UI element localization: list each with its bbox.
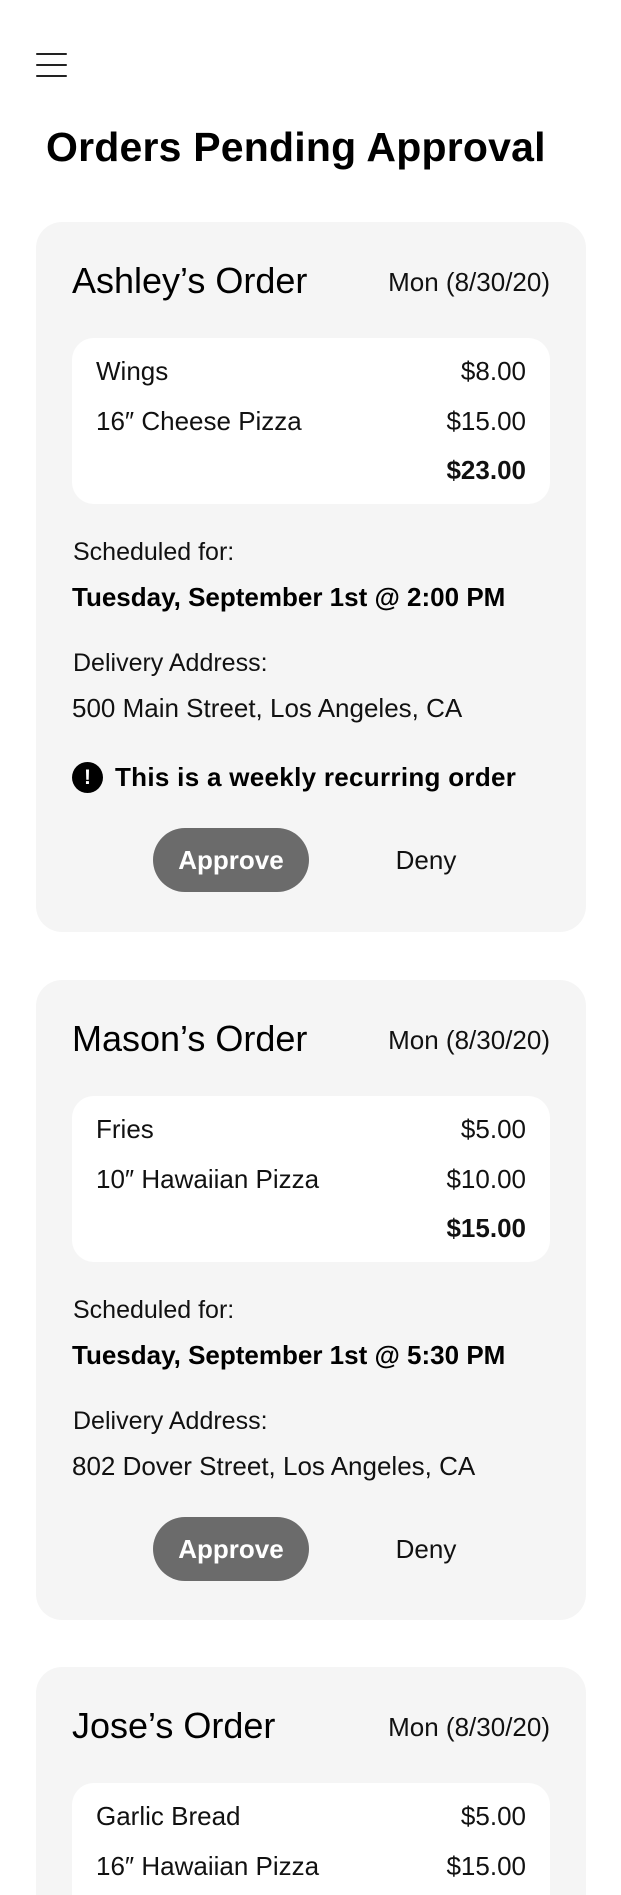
order-name: Ashley’s Order [72, 260, 308, 301]
order-date: Mon (8/30/20) [388, 267, 550, 297]
item-price: $15.00 [446, 1851, 526, 1881]
item-name: 16″ Hawaiian Pizza [96, 1851, 320, 1881]
item-name: 16″ Cheese Pizza [96, 406, 302, 436]
scheduled-label: Scheduled for: [73, 1296, 235, 1324]
order-header: Mason’s Order Mon (8/30/20) [72, 1016, 550, 1062]
order-name: Jose’s Order [72, 1705, 276, 1746]
scheduled-value: Tuesday, September 1st @ 2:00 PM [72, 582, 506, 612]
item-name: Fries [96, 1114, 154, 1144]
exclamation-circle-icon: ! [72, 762, 103, 793]
notice-text: This is a weekly recurring order [115, 762, 517, 792]
order-items-box: Fries $5.00 10″ Hawaiian Pizza $10.00 $1… [72, 1096, 550, 1262]
item-price: $8.00 [460, 356, 526, 386]
hamburger-menu-icon[interactable] [36, 52, 68, 78]
order-items-box: Garlic Bread $5.00 16″ Hawaiian Pizza $1… [72, 1783, 550, 1895]
order-item-row: 10″ Hawaiian Pizza $10.00 [96, 1162, 526, 1196]
item-price: $5.00 [460, 1801, 526, 1831]
address-value: 500 Main Street, Los Angeles, CA [72, 693, 463, 723]
order-header: Ashley’s Order Mon (8/30/20) [72, 258, 550, 304]
order-item-row: 16″ Cheese Pizza $15.00 [96, 404, 526, 438]
order-date: Mon (8/30/20) [388, 1712, 550, 1742]
address-label: Delivery Address: [73, 649, 268, 677]
order-total: $23.00 [446, 455, 526, 485]
deny-button[interactable]: Deny [371, 828, 481, 892]
order-item-row: Fries $5.00 [96, 1112, 526, 1146]
order-items-box: Wings $8.00 16″ Cheese Pizza $15.00 $23.… [72, 338, 550, 504]
order-item-row: Garlic Bread $5.00 [96, 1799, 526, 1833]
approve-button[interactable]: Approve [153, 1517, 309, 1581]
address-value: 802 Dover Street, Los Angeles, CA [72, 1451, 476, 1481]
order-name: Mason’s Order [72, 1018, 308, 1059]
scheduled-value: Tuesday, September 1st @ 5:30 PM [72, 1340, 506, 1370]
order-item-row: 16″ Hawaiian Pizza $15.00 [96, 1849, 526, 1883]
item-name: 10″ Hawaiian Pizza [96, 1164, 320, 1194]
order-item-row: Wings $8.00 [96, 354, 526, 388]
item-price: $10.00 [446, 1164, 526, 1194]
order-card-ashley: Ashley’s Order Mon (8/30/20) Wings $8.00… [36, 222, 586, 932]
order-card-mason: Mason’s Order Mon (8/30/20) Fries $5.00 … [36, 980, 586, 1620]
address-label: Delivery Address: [73, 1407, 268, 1435]
approve-button[interactable]: Approve [153, 828, 309, 892]
order-total: $15.00 [446, 1213, 526, 1243]
order-card-jose: Jose’s Order Mon (8/30/20) Garlic Bread … [36, 1667, 586, 1895]
item-price: $5.00 [460, 1114, 526, 1144]
item-name: Garlic Bread [96, 1801, 241, 1831]
order-date: Mon (8/30/20) [388, 1025, 550, 1055]
scheduled-label: Scheduled for: [73, 538, 235, 566]
deny-button[interactable]: Deny [371, 1517, 481, 1581]
item-price: $15.00 [446, 406, 526, 436]
item-name: Wings [96, 356, 169, 386]
page-title: Orders Pending Approval [46, 124, 546, 170]
order-header: Jose’s Order Mon (8/30/20) [72, 1703, 550, 1749]
orders-page: Orders Pending Approval Ashley’s Order M… [0, 0, 621, 1895]
